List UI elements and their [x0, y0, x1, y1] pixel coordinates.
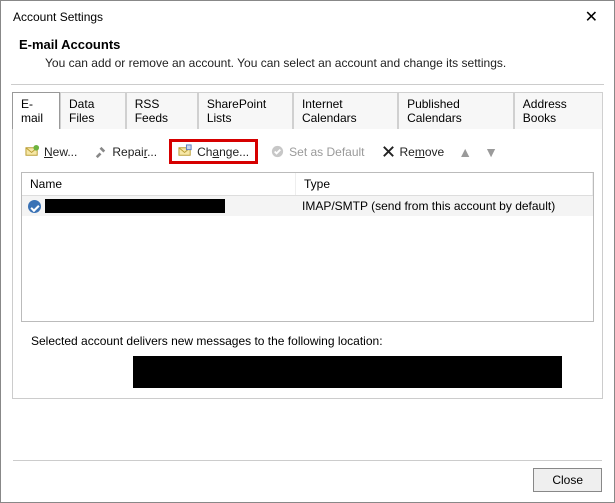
tab-panel: New... Repair... Change... Set as Defaul… — [12, 128, 603, 399]
tab-address-books[interactable]: Address Books — [514, 92, 603, 129]
column-type[interactable]: Type — [296, 173, 593, 195]
divider — [11, 84, 604, 85]
account-list: Name Type IMAP/SMTP (send from this acco… — [21, 172, 594, 322]
button-label: Close — [552, 473, 583, 487]
tab-strip: E-mail Data Files RSS Feeds SharePoint L… — [12, 91, 603, 128]
account-name-redacted — [45, 199, 225, 213]
move-up-icon: ▲ — [456, 144, 474, 160]
toolbar: New... Repair... Change... Set as Defaul… — [13, 135, 602, 172]
button-label: Change... — [197, 145, 249, 159]
tab-sharepoint-lists[interactable]: SharePoint Lists — [198, 92, 293, 129]
section-heading: E-mail Accounts — [19, 37, 600, 52]
tab-email[interactable]: E-mail — [12, 92, 60, 129]
close-button[interactable]: Close — [533, 468, 602, 492]
tab-label: Data Files — [69, 97, 94, 125]
tab-data-files[interactable]: Data Files — [60, 92, 126, 129]
tab-label: RSS Feeds — [135, 97, 168, 125]
tab-rss-feeds[interactable]: RSS Feeds — [126, 92, 198, 129]
remove-button[interactable]: Remove — [377, 141, 449, 162]
dialog-footer: Close — [13, 460, 602, 492]
repair-button[interactable]: Repair... — [89, 141, 161, 162]
default-check-icon — [28, 200, 41, 213]
button-label: Set as Default — [289, 145, 364, 159]
tab-internet-calendars[interactable]: Internet Calendars — [293, 92, 398, 129]
window-title: Account Settings — [13, 10, 103, 24]
column-name[interactable]: Name — [22, 173, 296, 195]
x-icon — [381, 144, 396, 159]
mail-change-icon — [178, 144, 193, 159]
tab-label: Address Books — [523, 97, 567, 125]
tools-icon — [93, 144, 108, 159]
section-description: You can add or remove an account. You ca… — [45, 56, 600, 70]
tab-published-calendars[interactable]: Published Calendars — [398, 92, 514, 129]
change-button[interactable]: Change... — [169, 139, 258, 164]
button-label: Repair... — [112, 145, 157, 159]
list-item[interactable]: IMAP/SMTP (send from this account by def… — [22, 196, 593, 216]
delivery-location-label: Selected account delivers new messages t… — [31, 334, 584, 348]
tab-label: Published Calendars — [407, 97, 462, 125]
tab-label: E-mail — [21, 97, 43, 125]
button-label: Remove — [400, 145, 445, 159]
move-down-icon: ▼ — [482, 144, 500, 160]
tab-label: SharePoint Lists — [207, 97, 266, 125]
mail-new-icon — [25, 144, 40, 159]
close-icon[interactable]: ✕ — [579, 7, 604, 27]
new-button[interactable]: New... — [21, 141, 81, 162]
set-default-button: Set as Default — [266, 141, 368, 162]
delivery-location-redacted — [133, 356, 562, 388]
list-header: Name Type — [22, 173, 593, 196]
button-label: New... — [44, 145, 77, 159]
account-type: IMAP/SMTP (send from this account by def… — [296, 196, 593, 216]
check-circle-icon — [270, 144, 285, 159]
tab-label: Internet Calendars — [302, 97, 357, 125]
